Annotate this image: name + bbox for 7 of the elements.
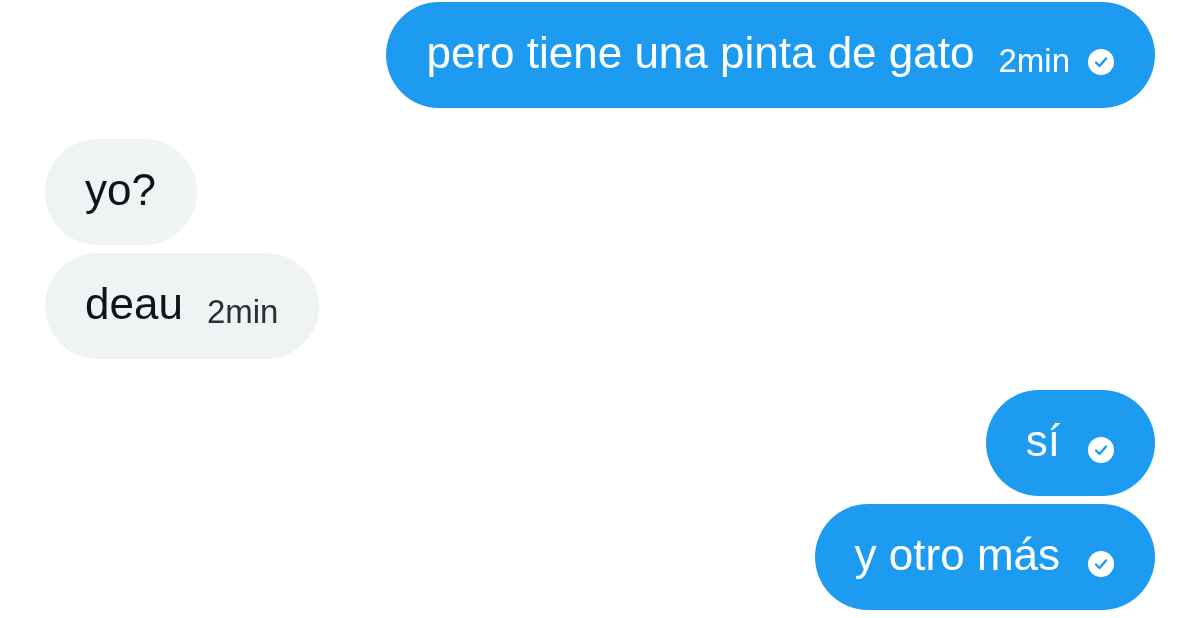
message-time: 2min [206,294,279,330]
message-time: 2min [998,43,1070,79]
message-text: sí [1025,415,1060,467]
message-text: yo? [85,164,156,216]
message-text: pero tiene una pinta de gato [426,27,975,79]
message-text: deau [85,278,183,330]
message-text: y otro más [854,529,1060,581]
